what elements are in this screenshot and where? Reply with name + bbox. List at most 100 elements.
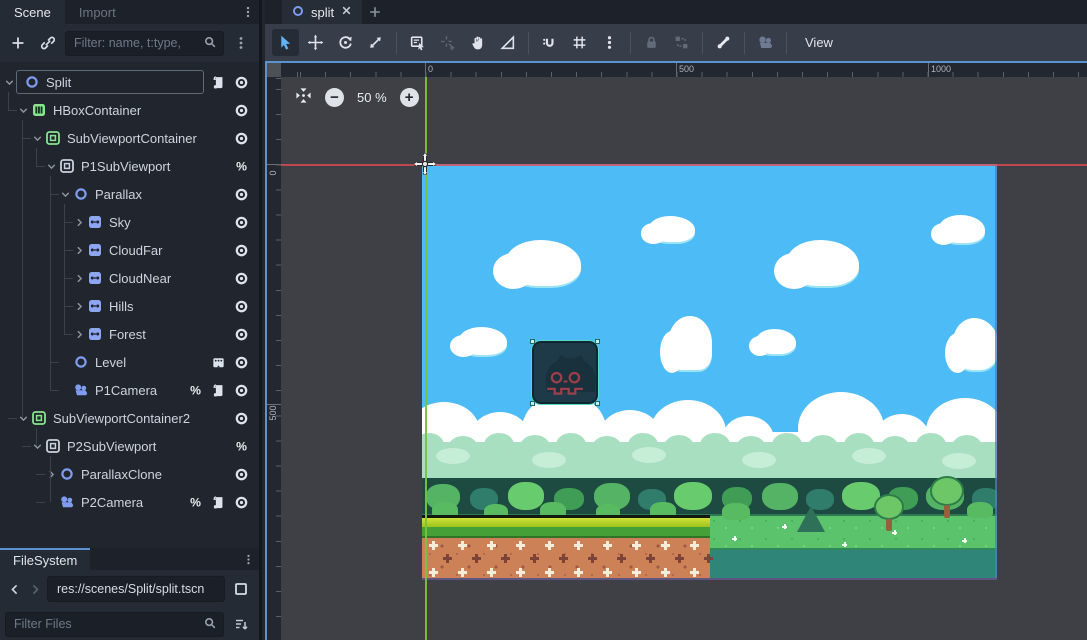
visibility-eye-icon[interactable] [233, 74, 250, 91]
chevron-right-icon[interactable] [72, 327, 86, 341]
zoom-in-button[interactable]: + [400, 88, 419, 107]
tree-row-parallaxclone[interactable]: ParallaxClone [0, 460, 259, 488]
tree-row-hboxcontainer[interactable]: HBoxContainer [0, 96, 259, 124]
chevron-down-icon[interactable] [58, 187, 72, 201]
scene-filter-input[interactable] [72, 35, 203, 51]
center-view-icon[interactable] [295, 87, 312, 107]
tree-row-p2camera[interactable]: P2Camera% [0, 488, 259, 516]
file-sort-icon[interactable] [228, 611, 254, 637]
ruler-tool[interactable] [494, 29, 521, 56]
script-icon[interactable] [210, 494, 227, 511]
tree-row-sky[interactable]: Sky [0, 208, 259, 236]
new-scene-tab-button[interactable] [362, 0, 388, 24]
ruler-label: 500 [679, 64, 694, 74]
tree-row-cloudfar[interactable]: CloudFar [0, 236, 259, 264]
tree-row-cloudnear[interactable]: CloudNear [0, 264, 259, 292]
instance-scene-link-icon[interactable] [35, 30, 61, 56]
filesystem-filter-row [0, 608, 259, 640]
split-filesystem-view-icon[interactable] [228, 576, 254, 602]
chevron-down-icon[interactable] [16, 103, 30, 117]
zoom-out-button[interactable]: − [325, 88, 344, 107]
visibility-eye-icon[interactable] [233, 186, 250, 203]
grid-snap-toggle[interactable] [566, 29, 593, 56]
lock-selected-button[interactable] [638, 29, 665, 56]
chevron-right-icon[interactable] [72, 271, 86, 285]
move-tool[interactable] [302, 29, 329, 56]
visibility-eye-icon[interactable] [233, 410, 250, 427]
visibility-eye-icon[interactable] [233, 466, 250, 483]
tree-row-parallax[interactable]: Parallax [0, 180, 259, 208]
tree-row-hills[interactable]: Hills [0, 292, 259, 320]
rotate-tool[interactable] [332, 29, 359, 56]
add-node-button[interactable] [5, 30, 31, 56]
tab-filesystem[interactable]: FileSystem [0, 548, 90, 570]
snap-options-menu-dots-icon[interactable] [596, 29, 623, 56]
script-icon[interactable] [210, 74, 227, 91]
visibility-eye-icon[interactable] [233, 102, 250, 119]
nav-back-icon[interactable] [5, 578, 23, 600]
camera-override-button[interactable] [752, 29, 779, 56]
toolbar-separator [528, 32, 529, 54]
ruler-corner [267, 63, 281, 77]
skeleton-bone-menu[interactable] [710, 29, 737, 56]
tree-row-level[interactable]: Level [0, 348, 259, 376]
chevron-right-icon[interactable] [72, 243, 86, 257]
tree-row-forest[interactable]: Forest [0, 320, 259, 348]
filesystem-path-input[interactable] [55, 581, 217, 597]
view-menu-button[interactable]: View [794, 29, 844, 56]
zoom-percentage[interactable]: 50 % [357, 90, 387, 105]
chevron-down-icon[interactable] [2, 75, 16, 89]
scene-tab-split[interactable]: split [282, 0, 362, 24]
chevron-right-icon[interactable] [72, 215, 86, 229]
groups-icon[interactable] [210, 354, 227, 371]
chevron-down-icon[interactable] [16, 411, 30, 425]
canvas-area[interactable]: − 50 % + [281, 77, 1087, 640]
chevron-right-icon[interactable] [44, 467, 58, 481]
tab-scene[interactable]: Scene [0, 0, 65, 24]
hbox-icon [30, 101, 48, 119]
origin-crosshair-gizmo[interactable] [414, 153, 436, 175]
script-icon[interactable] [210, 382, 227, 399]
tree-row-p2subviewport[interactable]: P2SubViewport% [0, 432, 259, 460]
tree-row-p1subviewport[interactable]: P1SubViewport% [0, 152, 259, 180]
tree-row-p1camera[interactable]: P1Camera% [0, 376, 259, 404]
chevron-down-icon[interactable] [30, 131, 44, 145]
tree-row-split[interactable]: Split [0, 68, 259, 96]
tree-row-subviewportcontainer[interactable]: SubViewportContainer [0, 124, 259, 152]
list-select-tool[interactable] [404, 29, 431, 56]
scale-tool[interactable] [362, 29, 389, 56]
visibility-eye-icon[interactable] [233, 354, 250, 371]
visibility-eye-icon[interactable] [233, 494, 250, 511]
tree-row-subviewportcontainer2[interactable]: SubViewportContainer2 [0, 404, 259, 432]
viewport-right-bound [995, 164, 997, 580]
file-filter-input[interactable] [12, 616, 203, 632]
sparkle-decal [892, 530, 897, 535]
visibility-eye-icon[interactable] [233, 270, 250, 287]
visibility-eye-icon[interactable] [233, 242, 250, 259]
node-rename-box[interactable]: Split [16, 70, 204, 94]
chevron-down-icon[interactable] [44, 159, 58, 173]
select-tool[interactable] [272, 29, 299, 56]
filesystem-menu-dots-icon[interactable] [237, 548, 259, 570]
group-selected-button[interactable] [668, 29, 695, 56]
node-label: CloudFar [109, 243, 162, 258]
svg-text:%: % [190, 383, 201, 397]
godot-editor-window: Scene Import SplitHBoxContainerSubViewpo… [0, 0, 1087, 640]
chevron-down-icon[interactable] [30, 439, 44, 453]
visibility-eye-icon[interactable] [233, 382, 250, 399]
visibility-eye-icon[interactable] [233, 130, 250, 147]
chevron-right-icon[interactable] [72, 299, 86, 313]
visibility-eye-icon[interactable] [233, 326, 250, 343]
close-tab-icon[interactable] [340, 4, 353, 20]
scene-tree: SplitHBoxContainerSubViewportContainerP1… [0, 62, 259, 548]
tab-import[interactable]: Import [65, 0, 130, 24]
player-character[interactable] [532, 341, 598, 404]
scene-tree-menu-dots-icon[interactable] [228, 30, 254, 56]
visibility-eye-icon[interactable] [233, 298, 250, 315]
visibility-eye-icon[interactable] [233, 214, 250, 231]
smart-snap-toggle[interactable] [536, 29, 563, 56]
dock-menu-dots-icon[interactable] [237, 0, 259, 24]
nav-forward-icon[interactable] [26, 578, 44, 600]
pivot-tool[interactable] [434, 29, 461, 56]
pan-tool[interactable] [464, 29, 491, 56]
